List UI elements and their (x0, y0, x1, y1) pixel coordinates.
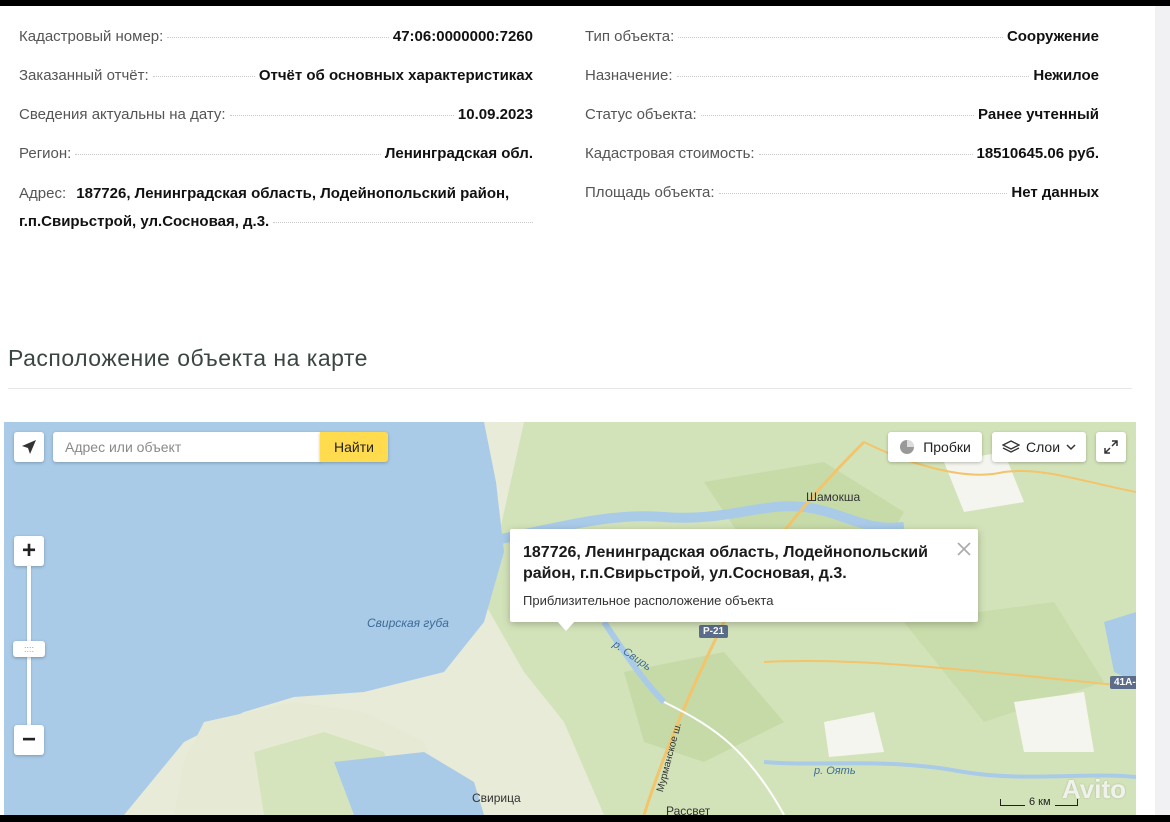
address-line-1: 187726, Ленинградская область, Лодейнопо… (76, 185, 510, 202)
avito-watermark: Avito (1062, 774, 1127, 804)
scale-label: 6 км (1029, 796, 1051, 808)
detail-label: Назначение: (585, 67, 673, 84)
detail-row-object-type: Тип объекта: Сооружение (585, 28, 1099, 67)
road-shield-41a: 41А-0 (1110, 676, 1136, 689)
detail-value: Сооружение (1006, 28, 1099, 45)
scale-bar-left (1000, 798, 1025, 806)
map-label-shamoksha: Шамокша (806, 490, 861, 504)
balloon-subtitle: Приблизительное расположение объекта (523, 593, 774, 608)
balloon-close-button[interactable] (954, 541, 974, 561)
balloon-pointer (557, 621, 575, 631)
dotted-leader (718, 193, 1008, 194)
map-label-svirica: Свирица (472, 791, 521, 805)
traffic-icon (900, 440, 915, 454)
top-frame-bar (0, 0, 1170, 6)
traffic-label: Пробки (923, 439, 971, 455)
detail-row-area: Площадь объекта: Нет данных (585, 184, 1099, 223)
dotted-leader (273, 222, 533, 223)
detail-value: Нежилое (1033, 67, 1099, 84)
dotted-leader (167, 37, 389, 38)
detail-label: Кадастровая стоимость: (585, 145, 755, 162)
layers-icon (1001, 440, 1020, 453)
detail-row-ordered-report: Заказанный отчёт: Отчёт об основных хара… (19, 67, 533, 106)
detail-label: Тип объекта: (585, 28, 675, 45)
detail-row-region: Регион: Ленинградская обл. (19, 145, 533, 184)
dotted-leader (229, 115, 454, 116)
map-section-title: Расположение объекта на карте (8, 345, 368, 372)
detail-label: Заказанный отчёт: (19, 67, 149, 84)
zoom-in-button[interactable]: + (14, 536, 44, 566)
detail-value: Ранее учтенный (978, 106, 1099, 123)
detail-value: 18510645.06 руб. (976, 145, 1100, 162)
detail-row-cadastral-value: Кадастровая стоимость: 18510645.06 руб. (585, 145, 1099, 184)
dotted-leader (700, 115, 975, 116)
right-scroll-strip (1155, 6, 1170, 815)
dotted-leader (676, 76, 1030, 77)
details-left-column: Кадастровый номер: 47:06:0000000:7260 За… (19, 28, 533, 236)
detail-label: Площадь объекта: (585, 184, 715, 201)
grip-icon: :::: (23, 644, 34, 654)
detail-row-address: Адрес: 187726, Ленинградская область, Ло… (19, 180, 533, 236)
detail-label: Статус объекта: (585, 106, 697, 123)
detail-label: Адрес: (19, 185, 67, 202)
bottom-frame-bar (0, 815, 1170, 822)
minus-icon: − (21, 726, 36, 753)
detail-row-actual-date: Сведения актуальны на дату: 10.09.2023 (19, 106, 533, 145)
address-line-2: г.п.Свирьстрой, ул.Сосновая, д.3. (19, 213, 270, 230)
detail-value: Нет данных (1011, 184, 1099, 201)
detail-row-cadastral-number: Кадастровый номер: 47:06:0000000:7260 (19, 28, 533, 67)
zoom-out-button[interactable]: − (14, 725, 44, 755)
geolocation-button[interactable] (14, 432, 44, 462)
expand-icon (1104, 440, 1118, 454)
plus-icon: + (21, 537, 36, 564)
detail-value: Ленинградская обл. (384, 145, 533, 162)
map-label-river-oyat: р. Оять (814, 765, 856, 777)
detail-row-purpose: Назначение: Нежилое (585, 67, 1099, 106)
detail-value: 47:06:0000000:7260 (392, 28, 533, 45)
map-search-button[interactable]: Найти (320, 432, 388, 462)
dotted-leader (152, 76, 255, 77)
dotted-leader (75, 154, 381, 155)
map-balloon: 187726, Ленинградская область, Лодейнопо… (510, 529, 978, 622)
close-icon (957, 542, 971, 556)
road-shield-r21: Р-21 (699, 625, 729, 638)
dotted-leader (758, 154, 973, 155)
map-label-svirskaya-guba: Свирская губа (367, 616, 449, 630)
details-right-column: Тип объекта: Сооружение Назначение: Нежи… (585, 28, 1099, 223)
layers-button[interactable]: Слои (992, 432, 1086, 462)
detail-row-status: Статус объекта: Ранее учтенный (585, 106, 1099, 145)
map-label-rassvet: Рассвет (666, 804, 711, 815)
balloon-title: 187726, Ленинградская область, Лодейнопо… (523, 544, 928, 582)
dotted-leader (678, 37, 1003, 38)
detail-value: 10.09.2023 (457, 106, 533, 123)
zoom-slider-handle[interactable]: :::: (13, 641, 45, 657)
detail-label: Сведения актуальны на дату: (19, 106, 226, 123)
fullscreen-button[interactable] (1096, 432, 1126, 462)
layers-label: Слои (1025, 439, 1061, 455)
traffic-button[interactable]: Пробки (888, 432, 982, 462)
detail-label: Кадастровый номер: (19, 28, 164, 45)
section-divider (8, 388, 1132, 389)
detail-value: Отчёт об основных характеристиках (258, 67, 533, 84)
chevron-down-icon (1066, 444, 1076, 451)
detail-label: Регион: (19, 145, 72, 162)
location-arrow-icon (22, 440, 36, 454)
map-search-input[interactable] (53, 432, 321, 462)
map-widget[interactable]: Шамокша Свирская губа р. Свирь Мурманско… (4, 422, 1136, 815)
